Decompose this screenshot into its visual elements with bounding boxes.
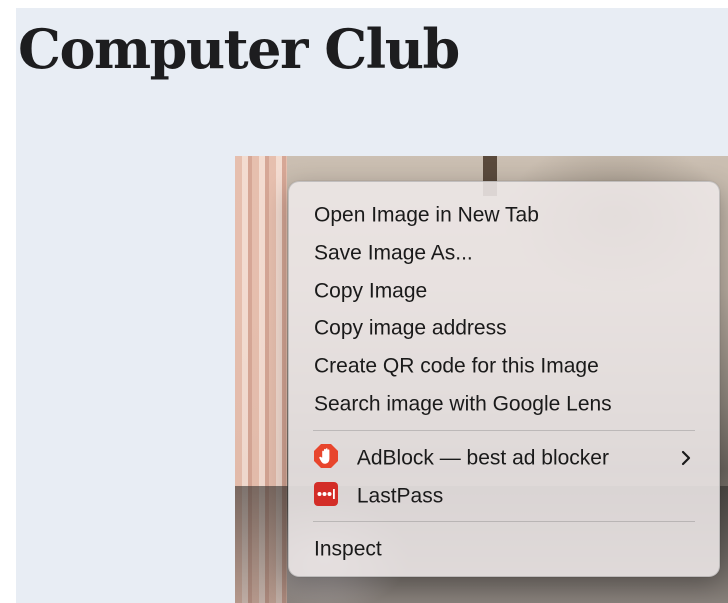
menu-separator (313, 429, 695, 431)
menu-item-create-qr-code[interactable]: Create QR code for this Image (289, 347, 719, 385)
chevron-right-icon (679, 439, 693, 477)
menu-item-search-google-lens[interactable]: Search image with Google Lens (289, 385, 719, 423)
menu-item-copy-image-address[interactable]: Copy image address (289, 309, 719, 347)
menu-separator (313, 521, 695, 523)
menu-item-label: Create QR code for this Image (314, 354, 599, 378)
menu-item-lastpass[interactable]: LastPass (289, 477, 719, 515)
menu-item-label: LastPass (356, 484, 444, 508)
menu-item-save-image-as[interactable]: Save Image As... (289, 234, 719, 272)
page-title: Computer Club (18, 17, 460, 81)
adblock-hand-icon (313, 443, 339, 469)
menu-item-label: Open Image in New Tab (314, 203, 539, 227)
menu-item-label: Save Image As... (314, 241, 473, 265)
image-context-menu: Open Image in New Tab Save Image As... C… (288, 181, 720, 577)
menu-item-open-image-new-tab[interactable]: Open Image in New Tab (289, 196, 719, 234)
menu-item-label: Inspect (314, 537, 382, 561)
menu-item-inspect[interactable]: Inspect (289, 530, 719, 568)
menu-item-copy-image[interactable]: Copy Image (289, 272, 719, 310)
menu-item-label: AdBlock — best ad blocker (356, 446, 609, 470)
menu-item-label: Copy image address (314, 316, 507, 340)
menu-item-label: Copy Image (314, 279, 428, 303)
lastpass-icon (313, 481, 339, 507)
menu-item-label: Search image with Google Lens (314, 392, 612, 416)
menu-item-adblock[interactable]: AdBlock — best ad blocker (289, 439, 719, 477)
